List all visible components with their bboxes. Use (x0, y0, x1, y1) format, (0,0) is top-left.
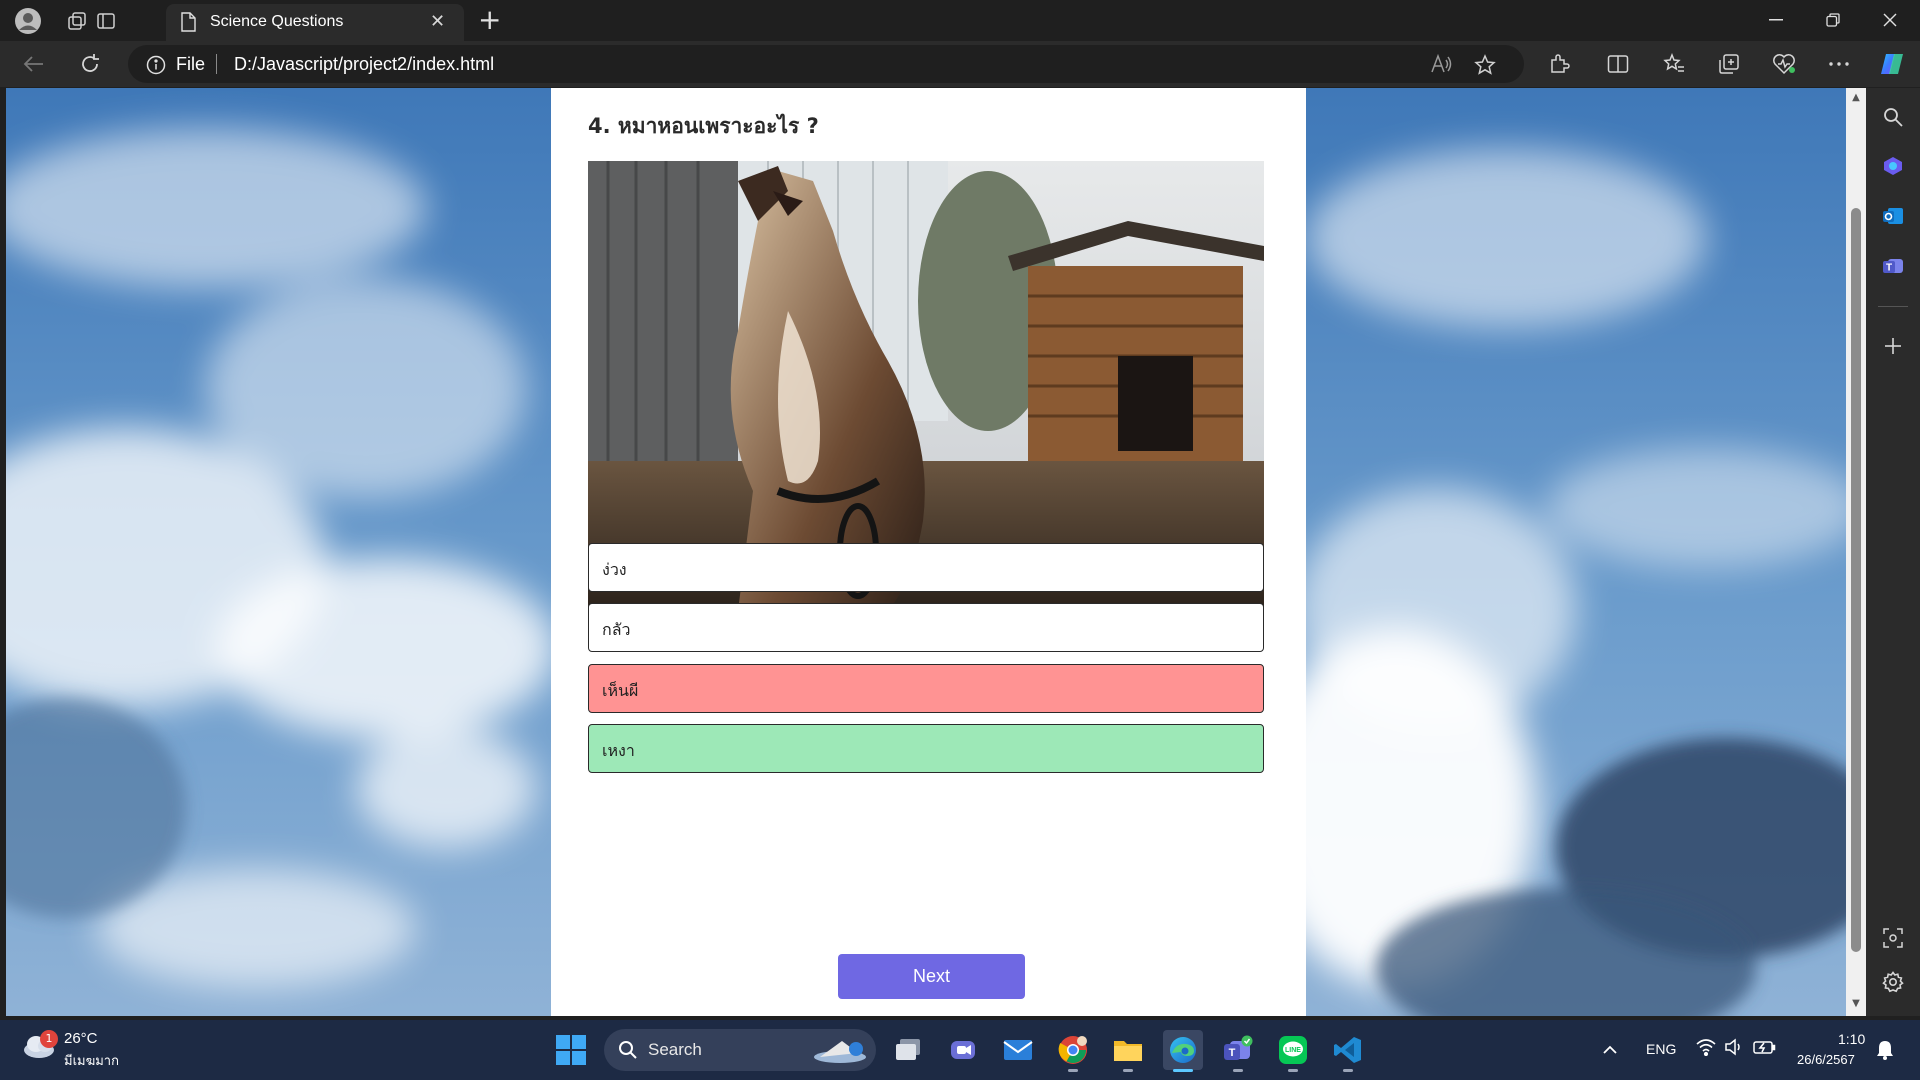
restore-icon[interactable] (1813, 6, 1853, 34)
edge-active-indicator (1173, 1069, 1193, 1072)
clock-time[interactable]: 1:10 (1838, 1031, 1865, 1047)
battery-charging-icon[interactable] (1752, 1038, 1776, 1060)
answer-option-4-correct[interactable]: เหงา (588, 724, 1264, 773)
weather-description[interactable]: มีเมฆมาก (64, 1050, 119, 1071)
sidebar-add-icon[interactable] (1879, 332, 1907, 360)
mail-icon[interactable] (998, 1030, 1038, 1070)
wifi-icon[interactable] (1695, 1038, 1717, 1060)
quiz-card: 4. หมาหอนเพราะอะไร ? ง่วง กลัว เห็นผี เห… (551, 88, 1306, 1016)
scroll-down-arrow-icon[interactable]: ▼ (1850, 998, 1862, 1010)
new-tab-icon[interactable]: + (478, 6, 501, 34)
sidebar-separator (1878, 306, 1908, 307)
page-viewport: 4. หมาหอนเพราะอะไร ? ง่วง กลัว เห็นผี เห… (6, 88, 1846, 1016)
workspaces-icon[interactable] (63, 7, 91, 35)
sidebar-search-icon[interactable] (1879, 103, 1907, 131)
copilot-icon[interactable] (1878, 50, 1906, 78)
next-button[interactable]: Next (838, 954, 1025, 999)
more-options-icon[interactable] (1825, 50, 1853, 78)
refresh-icon[interactable] (74, 49, 106, 79)
answer-option-1[interactable]: ง่วง (588, 543, 1264, 592)
browser-title-bar: Science Questions ✕ + (0, 0, 1920, 41)
clock-date[interactable]: 26/6/2567 (1797, 1052, 1855, 1067)
windows-start-icon[interactable] (556, 1035, 586, 1069)
tab-title: Science Questions (210, 13, 344, 30)
address-scheme: File (176, 54, 206, 74)
page-scrollbar[interactable]: ▲ ▼ (1846, 88, 1866, 1016)
task-view-icon[interactable] (888, 1030, 928, 1070)
tab-actions-icon[interactable] (92, 7, 120, 35)
windows-taskbar: 1 26°C มีเมฆมาก Search T LINE ENG 1:10 2… (0, 1020, 1920, 1080)
close-tab-icon[interactable]: ✕ (430, 13, 445, 31)
collections-icon[interactable] (1715, 50, 1743, 78)
notification-bell-icon[interactable] (1876, 1040, 1894, 1064)
favorites-icon[interactable] (1660, 50, 1688, 78)
screenshot-capture-icon[interactable] (1879, 924, 1907, 952)
outlook-icon[interactable] (1879, 202, 1907, 230)
address-separator (216, 54, 217, 74)
page-document-icon (180, 12, 196, 36)
answer-option-3-wrong[interactable]: เห็นผี (588, 664, 1264, 713)
taskbar-search-label: Search (648, 1040, 702, 1059)
split-screen-icon[interactable] (1604, 50, 1632, 78)
close-window-icon[interactable] (1870, 6, 1910, 34)
scrollbar-thumb[interactable] (1851, 208, 1861, 952)
weather-alert-badge: 1 (40, 1030, 58, 1048)
address-url[interactable]: D:/Javascript/project2/index.html (234, 54, 494, 75)
extensions-icon[interactable] (1545, 50, 1573, 78)
teams-new-icon[interactable]: T (1218, 1030, 1258, 1072)
copilot-designer-icon[interactable] (1879, 152, 1907, 180)
vscode-running-indicator (1343, 1069, 1353, 1072)
chrome-running-indicator (1068, 1069, 1078, 1072)
svg-text:T: T (1229, 1047, 1236, 1059)
edge-sidebar: T (1866, 88, 1920, 1016)
svg-text:LINE: LINE (1285, 1047, 1301, 1054)
question-text: 4. หมาหอนเพราะอะไร ? (588, 114, 819, 138)
answer-option-2[interactable]: กลัว (588, 603, 1264, 652)
minimize-icon[interactable] (1756, 6, 1796, 34)
read-aloud-icon[interactable] (1430, 53, 1452, 78)
active-tab[interactable]: Science Questions ✕ (166, 4, 464, 41)
search-highlight-illustration-icon (812, 1035, 868, 1069)
site-info-icon[interactable] (146, 55, 166, 79)
input-language[interactable]: ENG (1646, 1041, 1676, 1057)
vscode-icon[interactable] (1328, 1030, 1368, 1072)
line-running-indicator (1288, 1069, 1298, 1072)
taskbar-search-box[interactable]: Search (604, 1029, 876, 1071)
browser-essentials-icon[interactable] (1770, 50, 1798, 78)
line-app-icon[interactable]: LINE (1273, 1030, 1313, 1072)
favorite-star-icon[interactable] (1474, 54, 1496, 80)
volume-icon[interactable] (1724, 1038, 1744, 1060)
teams-chat-icon[interactable] (943, 1030, 983, 1070)
weather-temperature[interactable]: 26°C (64, 1030, 98, 1047)
profile-avatar-icon[interactable] (14, 7, 42, 35)
explorer-running-indicator (1123, 1069, 1133, 1072)
teams-icon[interactable]: T (1879, 252, 1907, 280)
sidebar-settings-gear-icon[interactable] (1879, 968, 1907, 996)
browser-toolbar: File D:/Javascript/project2/index.html (0, 41, 1920, 87)
scroll-up-arrow-icon[interactable]: ▲ (1850, 92, 1862, 104)
taskbar-search-icon (618, 1040, 638, 1064)
address-bar[interactable]: File D:/Javascript/project2/index.html (128, 45, 1524, 83)
file-explorer-icon[interactable] (1108, 1030, 1148, 1072)
show-hidden-icons-chevron-icon[interactable] (1602, 1040, 1618, 1059)
teams-running-indicator (1233, 1069, 1243, 1072)
chrome-icon[interactable] (1053, 1030, 1093, 1072)
edge-browser-icon[interactable] (1163, 1030, 1203, 1072)
svg-text:T: T (1886, 263, 1892, 274)
back-arrow-icon[interactable] (18, 49, 50, 79)
